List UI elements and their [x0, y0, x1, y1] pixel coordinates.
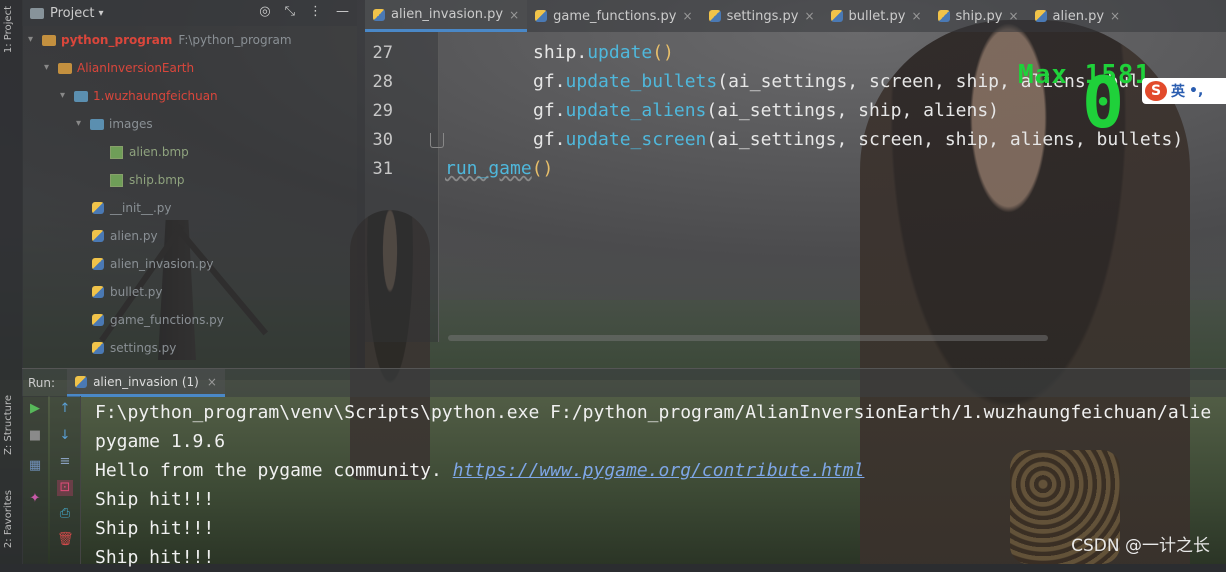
tree-item-python-program[interactable]: ▾ python_program F:\python_program	[28, 29, 292, 51]
run-tab-alien-invasion[interactable]: alien_invasion (1) ×	[67, 369, 225, 397]
tree-item-alien-py[interactable]: alien.py	[92, 225, 158, 247]
ime-punctuation[interactable]: •,	[1189, 83, 1203, 99]
editor-tab-bar: alien_invasion.py × game_functions.py × se…	[365, 0, 1226, 32]
layout-icon[interactable]: ▦	[27, 458, 43, 474]
console-line: F:\python_program\venv\Scripts\python.ex…	[95, 402, 1212, 423]
console-line: pygame 1.9.6	[95, 431, 226, 452]
pygame-contribute-link[interactable]: https://www.pygame.org/contribute.html	[453, 460, 865, 481]
tab-project-side[interactable]: 1: Project	[3, 6, 14, 53]
python-file-icon	[92, 286, 104, 298]
console-line: Hello from the pygame community. https:/…	[95, 460, 865, 481]
python-file-icon	[92, 230, 104, 242]
editor-gutter: 27 28 29 30 31	[365, 32, 439, 342]
project-title[interactable]: Project	[50, 6, 94, 21]
tab-structure-side[interactable]: Z: Structure	[3, 395, 14, 455]
code-line-27[interactable]: ship.update()	[533, 42, 674, 63]
editor-horizontal-scrollbar[interactable]	[448, 335, 1048, 341]
run-label: Run:	[28, 376, 56, 390]
pin-icon[interactable]: ✦	[27, 491, 43, 507]
print-icon[interactable]: ⎙	[57, 506, 73, 522]
project-panel-header: Project ▾ ◎ ⤡ ⋮ —	[22, 0, 357, 26]
sogou-logo-icon: S	[1145, 81, 1167, 101]
tab-game-functions-py[interactable]: game_functions.py ×	[527, 0, 700, 32]
line-number: 29	[372, 101, 393, 121]
left-tool-strip: 1: Project Z: Structure 2: Favorites	[0, 0, 23, 564]
fold-marker-icon[interactable]	[430, 133, 444, 148]
tree-item-init-py[interactable]: __init__.py	[92, 197, 172, 219]
ime-language[interactable]: 英	[1171, 81, 1185, 101]
tab-bullet-py[interactable]: bullet.py ×	[823, 0, 930, 32]
tab-alien-py[interactable]: alien.py ×	[1027, 0, 1129, 32]
tree-item-wuzhaungfeichuan[interactable]: ▾ 1.wuzhaungfeichuan	[60, 85, 218, 107]
run-icon[interactable]: ▶	[27, 401, 43, 417]
tab-ship-py[interactable]: ship.py ×	[930, 0, 1027, 32]
run-toolbar-primary: ▶ ■ ▦ ✦	[22, 396, 48, 564]
trash-icon[interactable]: 🗑	[57, 532, 74, 548]
console-line: Ship hit!!!	[95, 489, 215, 510]
tab-favorites-side[interactable]: 2: Favorites	[3, 490, 14, 548]
tab-alien-invasion-py[interactable]: alien_invasion.py ×	[365, 0, 528, 32]
target-icon[interactable]: ◎	[259, 4, 270, 19]
close-icon[interactable]: ×	[207, 375, 217, 389]
tab-settings-py[interactable]: settings.py ×	[701, 0, 823, 32]
tree-item-settings-py[interactable]: settings.py	[92, 337, 176, 359]
tree-item-bullet-py[interactable]: bullet.py	[92, 281, 163, 303]
code-line-31[interactable]: run_game()	[445, 158, 553, 179]
code-line-29[interactable]: gf.update_aliens(ai_settings, ship, alie…	[533, 100, 999, 121]
console-line: Ship hit!!!	[95, 547, 215, 568]
tree-item-ship-bmp[interactable]: ship.bmp	[110, 169, 185, 191]
close-icon[interactable]: ×	[509, 8, 519, 22]
ime-toolbar[interactable]: S 英 •,	[1142, 78, 1226, 104]
close-icon[interactable]: ×	[1110, 9, 1120, 23]
tree-item-alien-invasion-py[interactable]: alien_invasion.py	[92, 253, 213, 275]
close-icon[interactable]: ×	[911, 9, 921, 23]
scroll-to-end-icon[interactable]: ⊡	[57, 480, 73, 496]
soft-wrap-icon[interactable]: ≡	[57, 454, 73, 470]
console-line: Ship hit!!!	[95, 518, 215, 539]
run-panel-header: Run: alien_invasion (1) ×	[22, 368, 1226, 397]
python-file-icon	[92, 314, 104, 326]
stop-icon[interactable]: ■	[27, 428, 43, 444]
project-panel: Project ▾ ◎ ⤡ ⋮ — ▾ python_program F:\py…	[22, 0, 357, 368]
folder-icon	[30, 7, 44, 19]
python-file-icon	[92, 202, 104, 214]
line-number: 27	[372, 43, 393, 63]
tree-item-images[interactable]: ▾ images	[76, 113, 153, 135]
line-number: 28	[372, 72, 393, 92]
panel-divider[interactable]	[357, 0, 365, 368]
close-icon[interactable]: ×	[1008, 9, 1018, 23]
run-toolbar-secondary: ↑ ↓ ≡ ⊡ ⎙ 🗑	[50, 396, 81, 564]
python-file-icon	[92, 342, 104, 354]
minimize-icon[interactable]: —	[336, 4, 349, 19]
tree-item-alianinversionearth[interactable]: ▾ AlianInversionEarth	[44, 57, 194, 79]
settings-icon[interactable]: ⋮	[309, 4, 322, 19]
close-icon[interactable]: ×	[804, 9, 814, 23]
chevron-down-icon[interactable]: ▾	[98, 8, 103, 19]
collapse-icon[interactable]: ⤡	[285, 4, 295, 19]
csdn-watermark: CSDN @一计之长	[1071, 536, 1210, 556]
tree-item-game-functions-py[interactable]: game_functions.py	[92, 309, 224, 331]
image-file-icon	[110, 145, 123, 159]
close-icon[interactable]: ×	[683, 9, 693, 23]
tree-item-alien-bmp[interactable]: alien.bmp	[110, 141, 189, 163]
arrow-up-icon[interactable]: ↑	[57, 401, 73, 417]
arrow-down-icon[interactable]: ↓	[57, 428, 73, 444]
console-output[interactable]: F:\python_program\venv\Scripts\python.ex…	[95, 398, 1211, 572]
game-score: 0	[1082, 62, 1125, 144]
python-file-icon	[92, 258, 104, 270]
image-file-icon	[110, 173, 123, 187]
line-number: 30	[372, 130, 393, 150]
line-number: 31	[372, 159, 393, 179]
